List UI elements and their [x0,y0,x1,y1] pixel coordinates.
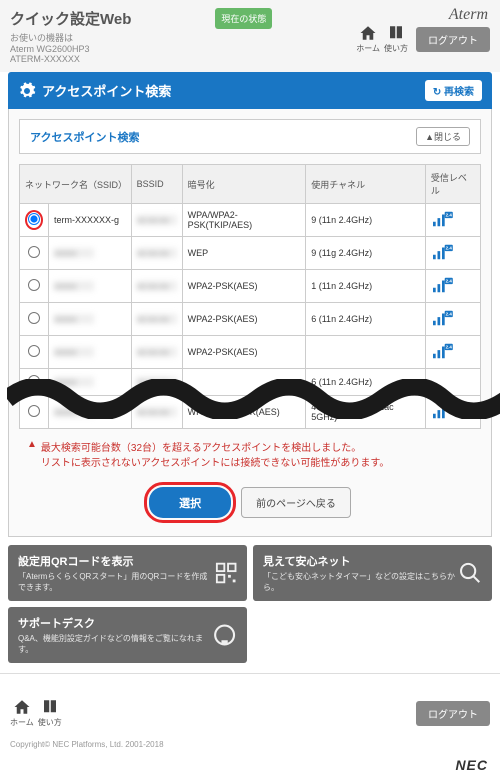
current-status-button[interactable]: 現在の状態 [215,8,272,29]
copyright: Copyright© NEC Platforms, Ltd. 2001-2018 [0,736,500,753]
table-row: xxxxx xx:xx:xx 6 (11n 2.4GHz) [20,369,481,396]
ssid-cell: xxxxx [49,336,132,369]
ssid-cell: xxxxx [49,396,132,429]
warning-icon: ▲ [27,439,37,469]
col-ssid: ネットワーク名（SSID） [20,165,132,204]
ch-cell [306,336,426,369]
usage-link[interactable]: 使い方 [384,24,408,54]
logout-button[interactable]: ログアウト [416,27,490,52]
card-qr[interactable]: 設定用QRコードを表示「AtermらくらくQRスタート」用のQRコードを作成でき… [8,545,247,601]
gear-icon [18,82,36,100]
subsection-title: アクセスポイント検索 [30,129,139,145]
device-label: お使いの機器は [10,31,131,44]
bssid-cell: xx:xx:xx [131,336,182,369]
device-model: Aterm WG2600HP3 [10,44,131,54]
ch-cell: 40&36&44&48 (11ac 5GHz) [306,396,426,429]
bssid-cell: xx:xx:xx [131,270,182,303]
magnifier-icon [458,560,482,586]
footer-usage-link[interactable]: 使い方 [38,698,62,728]
card-safenet[interactable]: 見えて安心ネット「こども安心ネットタイマー」などの設定はこちらから。 [253,545,492,601]
ssid-cell: xxxxx [49,270,132,303]
book-icon [41,698,59,716]
radio-cell[interactable] [20,303,49,336]
radio-cell[interactable] [20,204,49,237]
section-title: アクセスポイント検索 [42,81,171,100]
research-button[interactable]: ↻ 再検索 [425,80,482,101]
signal-cell: 2.4 [425,237,480,270]
radio-cell[interactable] [20,369,49,396]
signal-cell: 2.4 [425,303,480,336]
ch-cell: 6 (11n 2.4GHz) [306,303,426,336]
enc-cell: WPA/WPA2-PSK(AES) [182,396,306,429]
select-button[interactable]: 選択 [149,487,231,518]
svg-text:2.4: 2.4 [446,311,453,316]
radio-cell[interactable] [20,396,49,429]
footer-home-link[interactable]: ホーム [10,698,34,728]
radio-cell[interactable] [20,270,49,303]
enc-cell: WPA2-PSK(AES) [182,270,306,303]
enc-cell: WPA2-PSK(AES) [182,336,306,369]
signal-cell: 5 [425,396,480,429]
bssid-cell: xx:xx:xx [131,237,182,270]
ssid-cell: xxxxx [49,237,132,270]
enc-cell: WEP [182,237,306,270]
enc-cell [182,369,306,396]
ap-table: ネットワーク名（SSID） BSSID 暗号化 使用チャネル 受信レベル ter… [19,164,481,429]
warning-message: ▲ 最大検索可能台数（32台）を超えるアクセスポイントを検出しました。 リストに… [19,429,481,479]
header: クイック設定Web お使いの機器は Aterm WG2600HP3 ATERM-… [0,0,500,72]
support-icon [212,622,237,648]
home-icon [359,24,377,42]
table-row: xxxxx xx:xx:xx WEP 9 (11g 2.4GHz) 2.4 [20,237,481,270]
ch-cell: 9 (11n 2.4GHz) [306,204,426,237]
radio-cell[interactable] [20,336,49,369]
signal-cell: 2.4 [425,270,480,303]
page-title: クイック設定Web [10,8,131,29]
nec-logo: NEC [0,753,500,777]
table-row: term-XXXXXX-g xx:xx:xx WPA/WPA2-PSK(TKIP… [20,204,481,237]
collapse-button[interactable]: ▲閉じる [416,127,470,146]
signal-cell [425,369,480,396]
signal-cell: 2.4 [425,336,480,369]
device-name: ATERM-XXXXXX [10,54,131,64]
section-header: アクセスポイント検索 ↻ 再検索 [8,72,492,109]
svg-text:2.4: 2.4 [446,344,453,349]
signal-cell: 2.4 [425,204,480,237]
back-button[interactable]: 前のページへ戻る [241,487,351,518]
bssid-cell: xx:xx:xx [131,369,182,396]
table-row: xxxxx xx:xx:xx WPA/WPA2-PSK(AES) 40&36&4… [20,396,481,429]
bssid-cell: xx:xx:xx [131,396,182,429]
col-enc: 暗号化 [182,165,306,204]
brand-logo: Aterm [449,6,488,24]
table-row: xxxxx xx:xx:xx WPA2-PSK(AES) 2.4 [20,336,481,369]
footer-logout-button[interactable]: ログアウト [416,701,490,726]
book-icon [387,24,405,42]
table-row: xxxxx xx:xx:xx WPA2-PSK(AES) 6 (11n 2.4G… [20,303,481,336]
home-link[interactable]: ホーム [356,24,380,54]
subsection-header: アクセスポイント検索 ▲閉じる [19,119,481,154]
svg-text:2.4: 2.4 [446,245,453,250]
ssid-cell: xxxxx [49,369,132,396]
radio-cell[interactable] [20,237,49,270]
home-icon [13,698,31,716]
svg-text:2.4: 2.4 [446,278,453,283]
ssid-cell: term-XXXXXX-g [49,204,132,237]
ch-cell: 1 (11n 2.4GHz) [306,270,426,303]
col-ch: 使用チャネル [306,165,426,204]
footer: ホーム 使い方 ログアウト [0,673,500,736]
bssid-cell: xx:xx:xx [131,303,182,336]
qr-icon [215,560,237,586]
bssid-cell: xx:xx:xx [131,204,182,237]
ch-cell: 6 (11n 2.4GHz) [306,369,426,396]
card-support[interactable]: サポートデスクQ&A、機能別設定ガイドなどの情報をご覧になれます。 [8,607,247,663]
ch-cell: 9 (11g 2.4GHz) [306,237,426,270]
table-row: xxxxx xx:xx:xx WPA2-PSK(AES) 1 (11n 2.4G… [20,270,481,303]
enc-cell: WPA/WPA2-PSK(TKIP/AES) [182,204,306,237]
svg-text:2.4: 2.4 [446,212,453,217]
col-bssid: BSSID [131,165,182,204]
col-signal: 受信レベル [425,165,480,204]
enc-cell: WPA2-PSK(AES) [182,303,306,336]
ssid-cell: xxxxx [49,303,132,336]
